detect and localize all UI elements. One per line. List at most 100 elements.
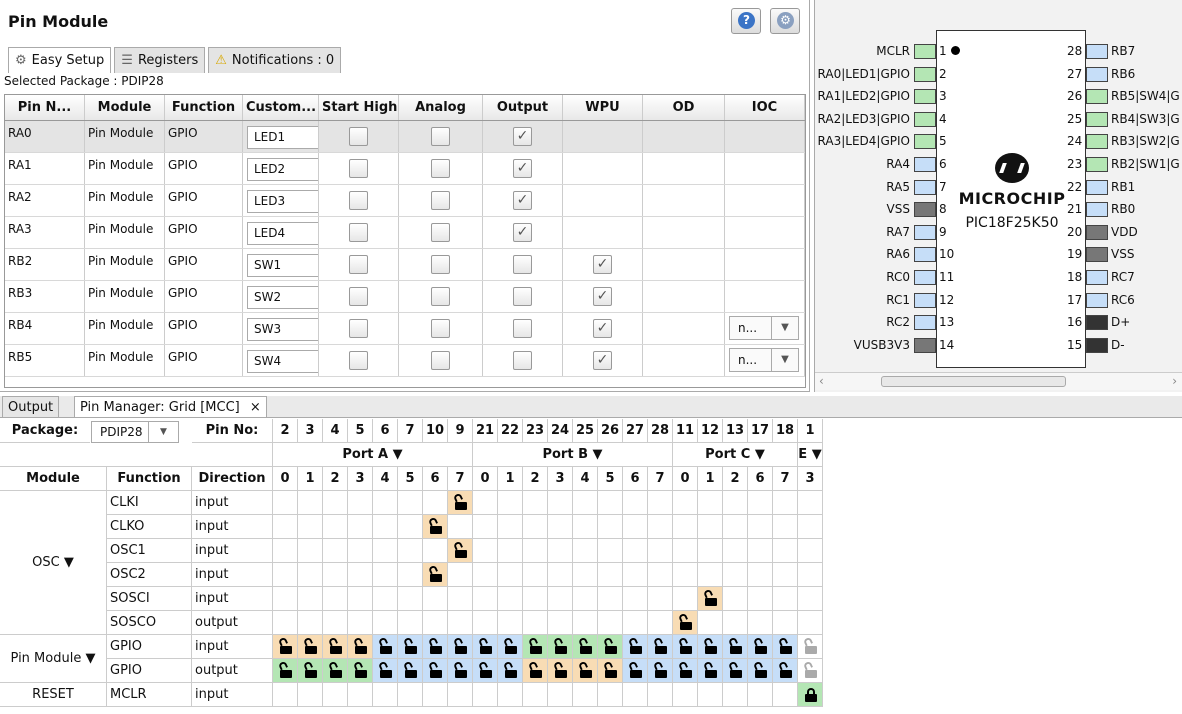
pin-box[interactable]	[1086, 66, 1108, 82]
grid-cell[interactable]	[348, 659, 373, 683]
grid-cell[interactable]	[398, 539, 423, 563]
grid-cell[interactable]	[648, 539, 673, 563]
custom-name-input[interactable]: LED2	[247, 158, 318, 181]
column-header[interactable]: Start High	[319, 95, 399, 120]
grid-cell[interactable]	[473, 539, 498, 563]
grid-cell[interactable]	[548, 587, 573, 611]
output-checkbox[interactable]	[513, 287, 532, 306]
grid-cell[interactable]	[648, 515, 673, 539]
output-checkbox[interactable]: ✓	[513, 223, 532, 242]
grid-cell[interactable]	[473, 659, 498, 683]
grid-cell[interactable]	[623, 635, 648, 659]
grid-cell[interactable]	[523, 587, 548, 611]
analog-checkbox[interactable]	[431, 159, 450, 178]
start-high-checkbox[interactable]	[349, 351, 368, 370]
grid-cell[interactable]	[623, 611, 648, 635]
grid-cell[interactable]	[498, 563, 523, 587]
chevron-down-icon[interactable]: ▼	[770, 317, 798, 339]
wpu-checkbox[interactable]: ✓	[593, 287, 612, 306]
grid-cell[interactable]	[548, 563, 573, 587]
custom-name-input[interactable]: LED4	[247, 222, 318, 245]
grid-cell[interactable]	[473, 515, 498, 539]
grid-cell[interactable]	[498, 515, 523, 539]
wpu-checkbox[interactable]: ✓	[593, 255, 612, 274]
grid-cell[interactable]	[498, 635, 523, 659]
grid-cell[interactable]	[623, 587, 648, 611]
grid-cell[interactable]	[348, 683, 373, 707]
grid-cell[interactable]	[698, 659, 723, 683]
pin-box[interactable]	[914, 247, 936, 263]
grid-cell[interactable]	[323, 563, 348, 587]
grid-cell[interactable]	[373, 683, 398, 707]
analog-checkbox[interactable]	[431, 223, 450, 242]
grid-cell[interactable]	[748, 659, 773, 683]
module-group[interactable]: Pin Module ▼	[0, 635, 107, 683]
grid-cell[interactable]	[273, 491, 298, 515]
grid-cell[interactable]	[298, 491, 323, 515]
grid-cell[interactable]	[473, 683, 498, 707]
grid-cell[interactable]	[698, 515, 723, 539]
start-high-checkbox[interactable]	[349, 127, 368, 146]
pin-box[interactable]	[1086, 247, 1108, 263]
grid-cell[interactable]	[573, 659, 598, 683]
grid-cell[interactable]	[373, 635, 398, 659]
grid-cell[interactable]	[723, 587, 748, 611]
pin-box[interactable]	[1086, 44, 1108, 59]
pin-box[interactable]	[914, 44, 936, 59]
grid-cell[interactable]	[498, 587, 523, 611]
grid-cell[interactable]	[573, 683, 598, 707]
custom-name-input[interactable]: LED3	[247, 190, 318, 213]
start-high-checkbox[interactable]	[349, 255, 368, 274]
grid-cell[interactable]	[698, 587, 723, 611]
grid-cell[interactable]	[423, 659, 448, 683]
grid-cell[interactable]	[523, 515, 548, 539]
grid-cell[interactable]	[348, 515, 373, 539]
grid-cell[interactable]	[723, 563, 748, 587]
grid-cell[interactable]	[673, 515, 698, 539]
grid-cell[interactable]	[298, 539, 323, 563]
grid-cell[interactable]	[373, 659, 398, 683]
grid-cell[interactable]	[448, 587, 473, 611]
grid-cell[interactable]	[798, 491, 823, 515]
custom-name-input[interactable]: SW3	[247, 318, 318, 341]
grid-cell[interactable]	[698, 611, 723, 635]
grid-cell[interactable]	[423, 635, 448, 659]
grid-cell[interactable]	[548, 491, 573, 515]
pin-box[interactable]	[1086, 134, 1108, 150]
grid-cell[interactable]	[423, 587, 448, 611]
grid-cell[interactable]	[448, 611, 473, 635]
grid-cell[interactable]	[648, 683, 673, 707]
pin-box[interactable]	[914, 157, 936, 172]
grid-cell[interactable]	[748, 683, 773, 707]
grid-cell[interactable]	[673, 611, 698, 635]
grid-cell[interactable]	[473, 563, 498, 587]
grid-cell[interactable]	[623, 683, 648, 707]
grid-cell[interactable]	[523, 683, 548, 707]
grid-cell[interactable]	[498, 611, 523, 635]
analog-checkbox[interactable]	[431, 255, 450, 274]
start-high-checkbox[interactable]	[349, 287, 368, 306]
grid-cell[interactable]	[748, 539, 773, 563]
grid-cell[interactable]	[398, 587, 423, 611]
module-group[interactable]: RESET	[0, 683, 107, 707]
pin-box[interactable]	[1086, 315, 1108, 331]
grid-cell[interactable]	[648, 563, 673, 587]
grid-cell[interactable]	[798, 563, 823, 587]
grid-cell[interactable]	[273, 515, 298, 539]
tab-pin-manager-grid[interactable]: Pin Manager: Grid [MCC] ×	[74, 396, 267, 418]
grid-cell[interactable]	[723, 491, 748, 515]
grid-cell[interactable]	[298, 587, 323, 611]
diagram-scrollbar[interactable]: ‹ ›	[815, 372, 1182, 390]
close-icon[interactable]: ×	[250, 400, 261, 415]
grid-cell[interactable]	[773, 611, 798, 635]
column-header[interactable]: Custom...	[243, 95, 319, 120]
grid-cell[interactable]	[598, 611, 623, 635]
grid-cell[interactable]	[398, 491, 423, 515]
grid-cell[interactable]	[648, 635, 673, 659]
grid-cell[interactable]	[798, 515, 823, 539]
pin-box[interactable]	[1086, 179, 1108, 195]
grid-cell[interactable]	[673, 539, 698, 563]
grid-cell[interactable]	[573, 587, 598, 611]
table-row[interactable]: RB3 Pin Module GPIO SW2 ✓	[5, 281, 805, 313]
grid-cell[interactable]	[548, 683, 573, 707]
